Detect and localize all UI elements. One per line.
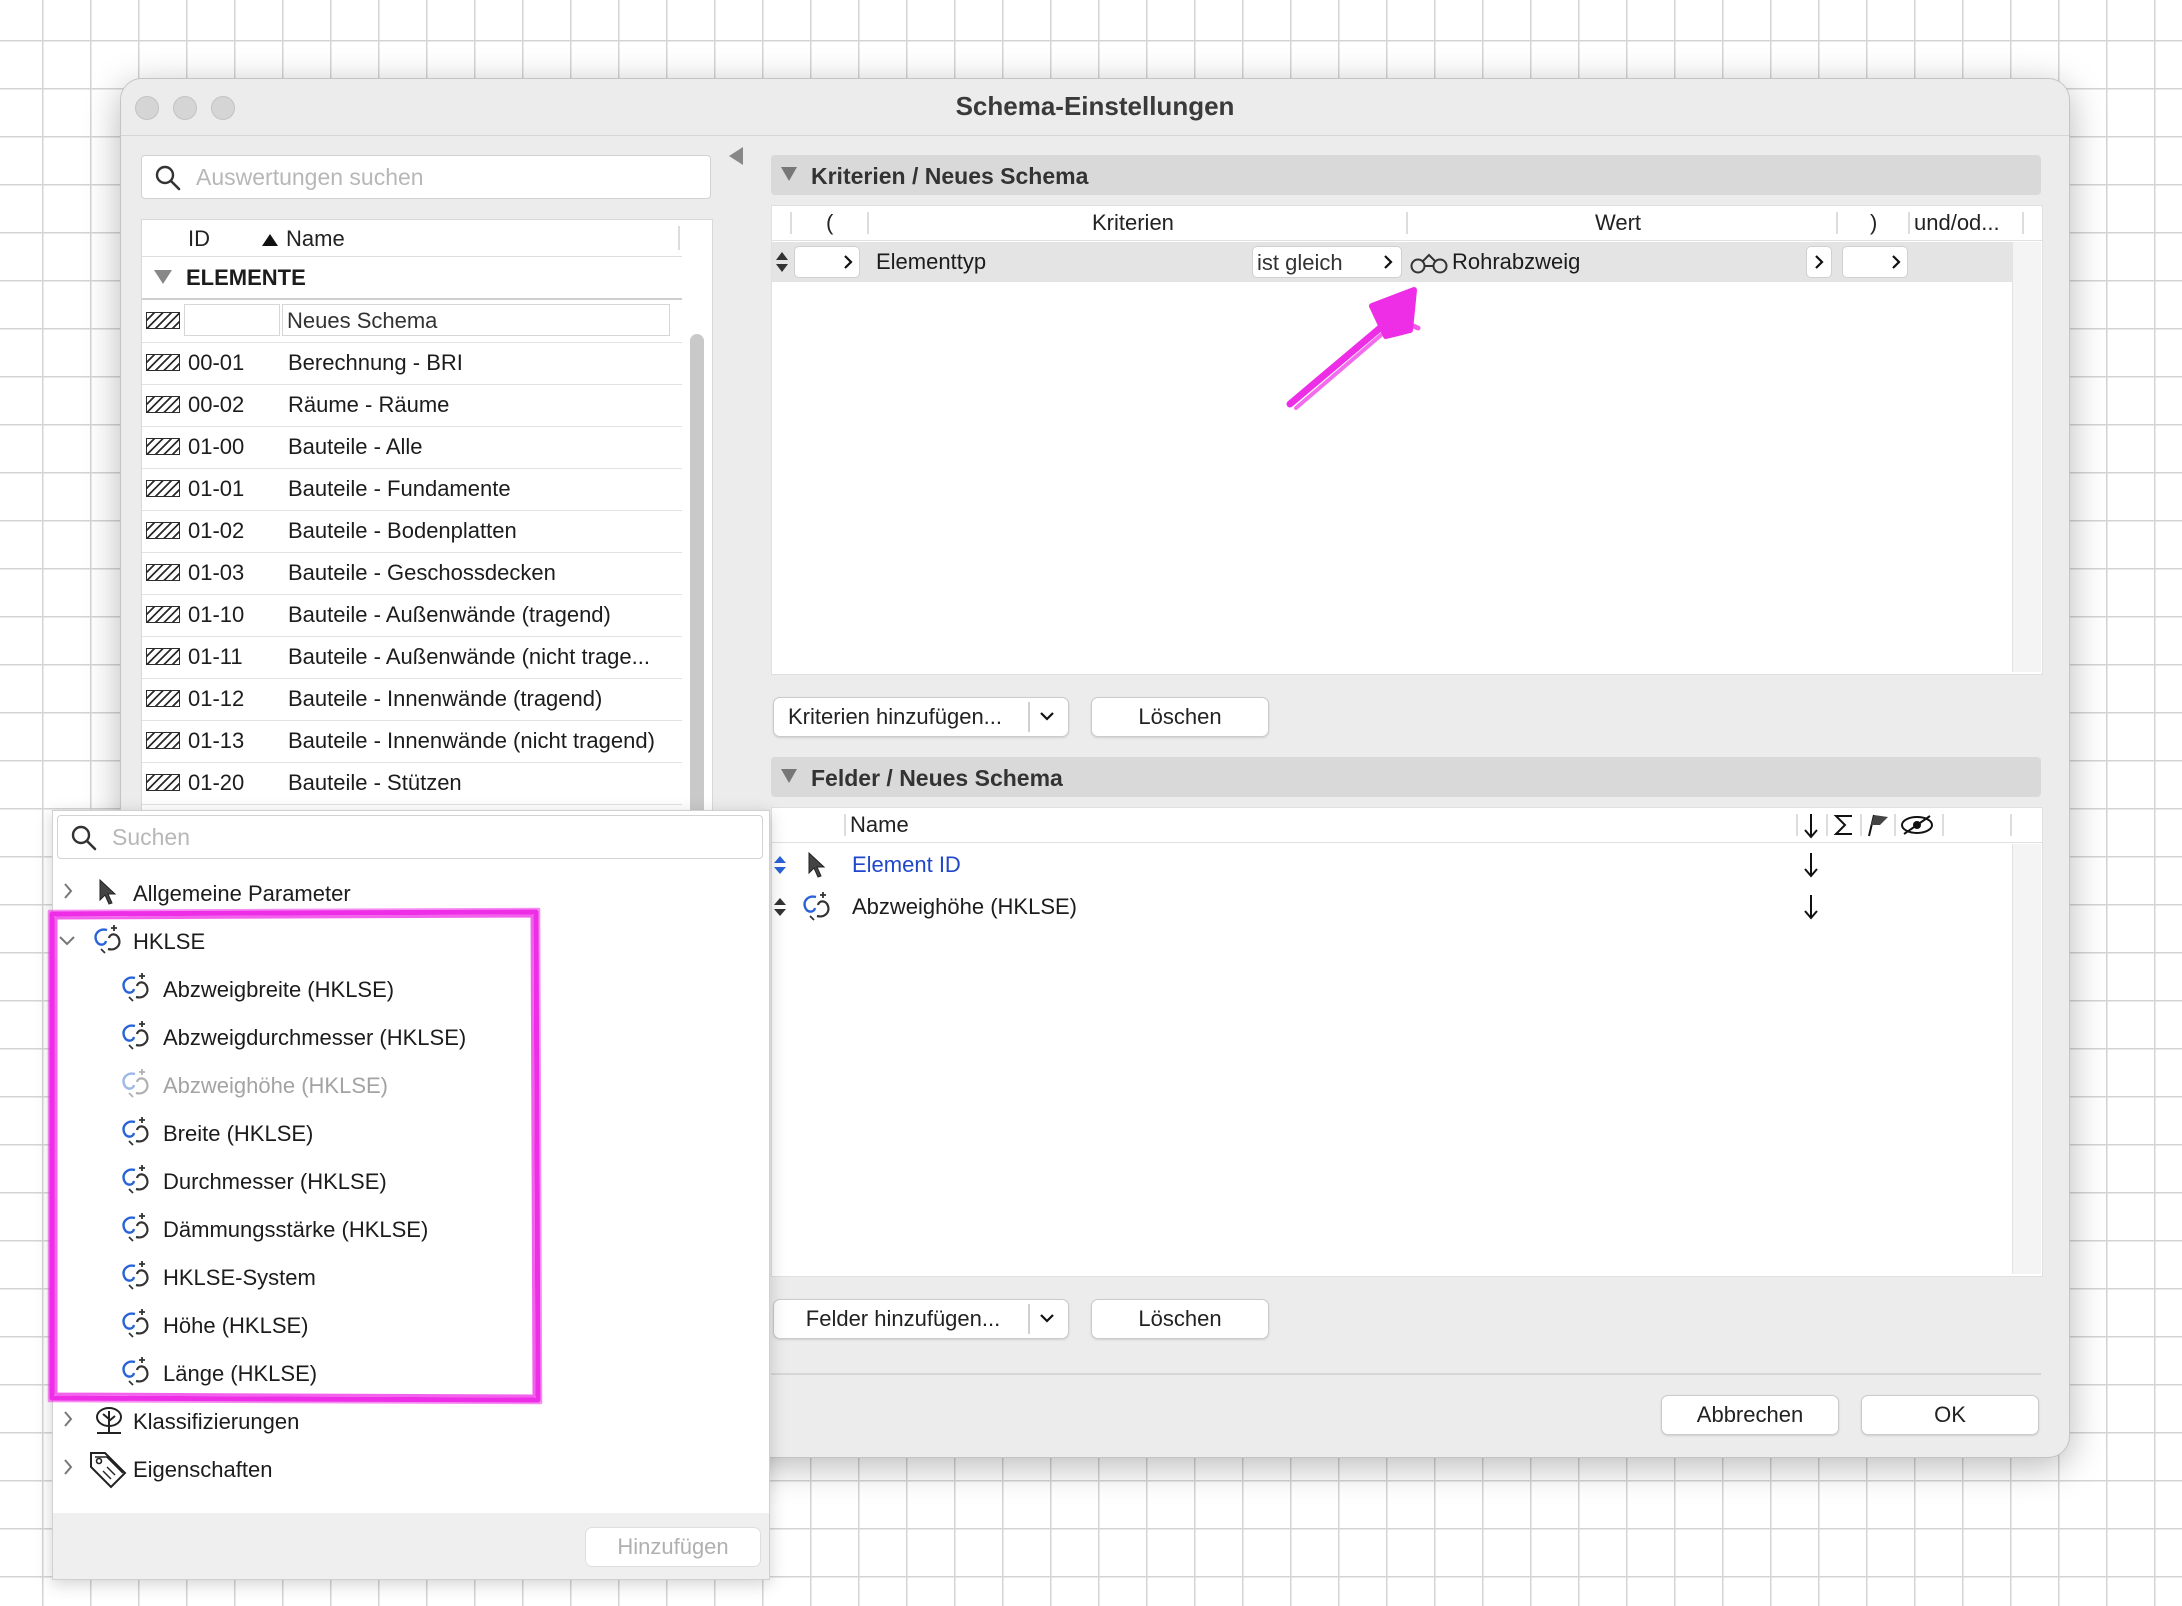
annotation-overlay xyxy=(47,287,1421,1405)
highlight-rectangle xyxy=(47,907,543,1405)
arrow-annotation xyxy=(1286,287,1421,410)
